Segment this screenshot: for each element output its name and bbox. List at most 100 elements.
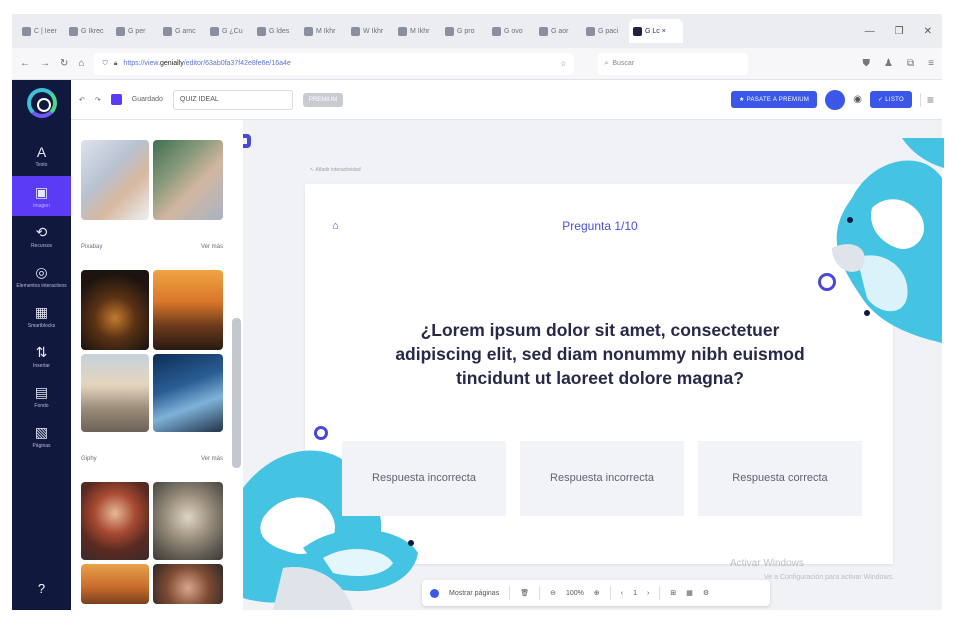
show-pages-icon bbox=[430, 588, 439, 598]
project-title-input[interactable]: QUIZ IDEAL bbox=[172, 89, 293, 110]
browser-tab[interactable]: G paci bbox=[582, 19, 626, 43]
zoom-level[interactable]: 100% bbox=[566, 590, 584, 597]
sidebar-item[interactable]: ⇅ Insertar bbox=[12, 336, 71, 376]
browser-tab[interactable]: G pro bbox=[441, 19, 485, 43]
zoom-in-icon[interactable]: ⊕ bbox=[594, 589, 600, 597]
image-thumb-highway[interactable] bbox=[153, 354, 223, 432]
sidebar-item[interactable]: ◎ Elementos interactivos bbox=[12, 256, 71, 296]
browser-tab[interactable]: G aor bbox=[535, 19, 579, 43]
answer-option-3[interactable]: Respuesta correcta bbox=[698, 441, 862, 516]
home-icon[interactable]: ⌂ bbox=[332, 220, 339, 232]
browser-tab[interactable]: G per bbox=[112, 19, 156, 43]
browser-tab[interactable]: C | Ieer bbox=[18, 19, 62, 43]
gif-thumb-woman[interactable] bbox=[81, 482, 149, 560]
pocket-icon[interactable]: ⛊ bbox=[863, 58, 871, 69]
browser-tab[interactable]: G Lc × bbox=[629, 19, 683, 43]
browser-search-input[interactable]: ⌕ Buscar bbox=[598, 52, 749, 75]
maximize-icon[interactable]: ❐ bbox=[895, 26, 904, 37]
add-interactivity-tag[interactable]: ↖ Añadir interactividad bbox=[310, 167, 361, 173]
browser-tab[interactable]: G amc bbox=[159, 19, 203, 43]
image-thumb-city[interactable] bbox=[81, 354, 149, 432]
grid-view-icon[interactable]: ⊞ bbox=[670, 589, 676, 597]
url-field[interactable]: ⛉ 🔒︎ https://view.genially/editor/63ab0f… bbox=[94, 52, 575, 75]
giphy-more-link[interactable]: Ver más bbox=[201, 456, 223, 462]
browser-tab[interactable]: M Ikhr bbox=[394, 19, 438, 43]
sidebar-item[interactable]: ▣ Imagen bbox=[12, 176, 71, 216]
search-icon: ⌕ bbox=[604, 59, 609, 67]
browser-tab-label: G paci bbox=[598, 27, 619, 35]
image-thumb-sunset[interactable] bbox=[153, 270, 223, 350]
next-page-icon[interactable]: › bbox=[647, 590, 649, 597]
gif-thumb-raccoon[interactable] bbox=[153, 482, 223, 560]
favicon-icon bbox=[22, 26, 31, 36]
favicon-icon bbox=[492, 26, 501, 36]
answer-option-2[interactable]: Respuesta incorrecta bbox=[520, 441, 684, 516]
answer-option-1[interactable]: Respuesta incorrecta bbox=[342, 441, 506, 516]
sidebar-item-icon: A bbox=[36, 144, 47, 160]
canvas-corner-logo bbox=[243, 134, 251, 148]
minimize-icon[interactable]: — bbox=[865, 26, 875, 37]
favicon-icon bbox=[210, 26, 219, 36]
prev-page-icon[interactable]: ‹ bbox=[621, 590, 623, 597]
sidebar-item-label: Elementos interactivos bbox=[16, 282, 67, 289]
app-menu-icon[interactable]: ≡ bbox=[928, 58, 934, 69]
sidebar-item[interactable]: ▦ Smartblocks bbox=[12, 296, 71, 336]
divider bbox=[539, 586, 541, 600]
sidebar-item[interactable]: ⟲ Recursos bbox=[12, 216, 71, 256]
browser-tab-label: M Ikhr bbox=[316, 27, 336, 35]
account-icon[interactable]: ♟ bbox=[884, 58, 893, 69]
preview-eye-icon[interactable]: ◉ bbox=[853, 94, 862, 105]
browser-tab[interactable]: G Ikrec bbox=[65, 19, 109, 43]
decorative-ring-left bbox=[314, 426, 328, 440]
sidebar-item-label: Insertar bbox=[33, 362, 50, 369]
more-menu-icon[interactable]: ≡ bbox=[919, 92, 934, 107]
browser-tab-label: G Ikrec bbox=[81, 27, 104, 35]
sidebar-item[interactable]: A Texto bbox=[12, 136, 71, 176]
browser-tab[interactable]: G ovo bbox=[488, 19, 532, 43]
sidebar-item-icon: ◎ bbox=[35, 263, 48, 280]
saved-status: Guardado bbox=[131, 96, 163, 103]
favicon-icon bbox=[116, 26, 125, 36]
page-number[interactable]: 1 bbox=[633, 590, 637, 597]
forward-icon[interactable]: → bbox=[40, 58, 50, 69]
close-icon[interactable]: ✕ bbox=[924, 26, 932, 37]
image-thumb-hands[interactable] bbox=[81, 140, 149, 220]
redo-icon[interactable]: ↷ bbox=[95, 96, 101, 104]
gif-thumb-man[interactable] bbox=[153, 564, 223, 604]
sidebar-item[interactable]: ▤ Fondo bbox=[12, 376, 71, 416]
show-pages-button[interactable]: Mostrar páginas bbox=[449, 590, 499, 597]
undo-icon[interactable]: ↶ bbox=[79, 96, 85, 104]
trash-icon[interactable]: 🗑︎ bbox=[520, 589, 529, 597]
gif-thumb-cartoon[interactable] bbox=[81, 564, 149, 604]
zoom-out-icon[interactable]: ⊖ bbox=[550, 589, 556, 597]
browser-tab[interactable]: M Ikhr bbox=[300, 19, 344, 43]
upgrade-premium-button[interactable]: ★ PASATE A PREMIUM bbox=[730, 91, 818, 108]
browser-tab-label: G pro bbox=[457, 27, 475, 35]
help-icon[interactable]: ? bbox=[12, 581, 71, 596]
reload-icon[interactable]: ↻ bbox=[60, 58, 68, 69]
sidebar-item-label: Fondo bbox=[34, 402, 49, 409]
browser-tab[interactable]: G ldes bbox=[253, 19, 297, 43]
decorative-blob-top-right bbox=[832, 138, 944, 343]
favicon-icon bbox=[539, 26, 548, 36]
back-icon[interactable]: ← bbox=[20, 58, 30, 69]
browser-tab[interactable]: G ¿Cu bbox=[206, 19, 250, 43]
sidebar-item[interactable]: ▧ Páginas bbox=[12, 416, 71, 456]
browser-tab[interactable]: W Ikhr bbox=[347, 19, 391, 43]
star-icon[interactable]: ☆ bbox=[560, 60, 566, 68]
layout-icon[interactable]: ▦ bbox=[686, 589, 693, 597]
home-browser-icon[interactable]: ⌂ bbox=[78, 58, 84, 69]
browser-tab-label: G ¿Cu bbox=[222, 27, 243, 35]
editor-toolbar: ↶ ↷ Guardado QUIZ IDEAL PREMIUM ★ PASATE… bbox=[71, 80, 942, 120]
image-thumb-night-street[interactable] bbox=[81, 270, 149, 350]
giphy-section-header: Giphy Ver más bbox=[81, 456, 223, 462]
pixabay-more-link[interactable]: Ver más bbox=[201, 244, 223, 250]
sidebar-item-label: Smartblocks bbox=[27, 322, 56, 329]
genially-logo[interactable] bbox=[26, 88, 57, 118]
extensions-icon[interactable]: ⧉ bbox=[907, 58, 914, 69]
panel-scrollbar[interactable] bbox=[232, 318, 241, 468]
avatar[interactable] bbox=[825, 89, 846, 110]
publish-button[interactable]: ✓ LISTO bbox=[869, 91, 912, 108]
image-thumb-team[interactable] bbox=[153, 140, 223, 220]
settings-icon[interactable]: ⚙ bbox=[703, 589, 709, 597]
